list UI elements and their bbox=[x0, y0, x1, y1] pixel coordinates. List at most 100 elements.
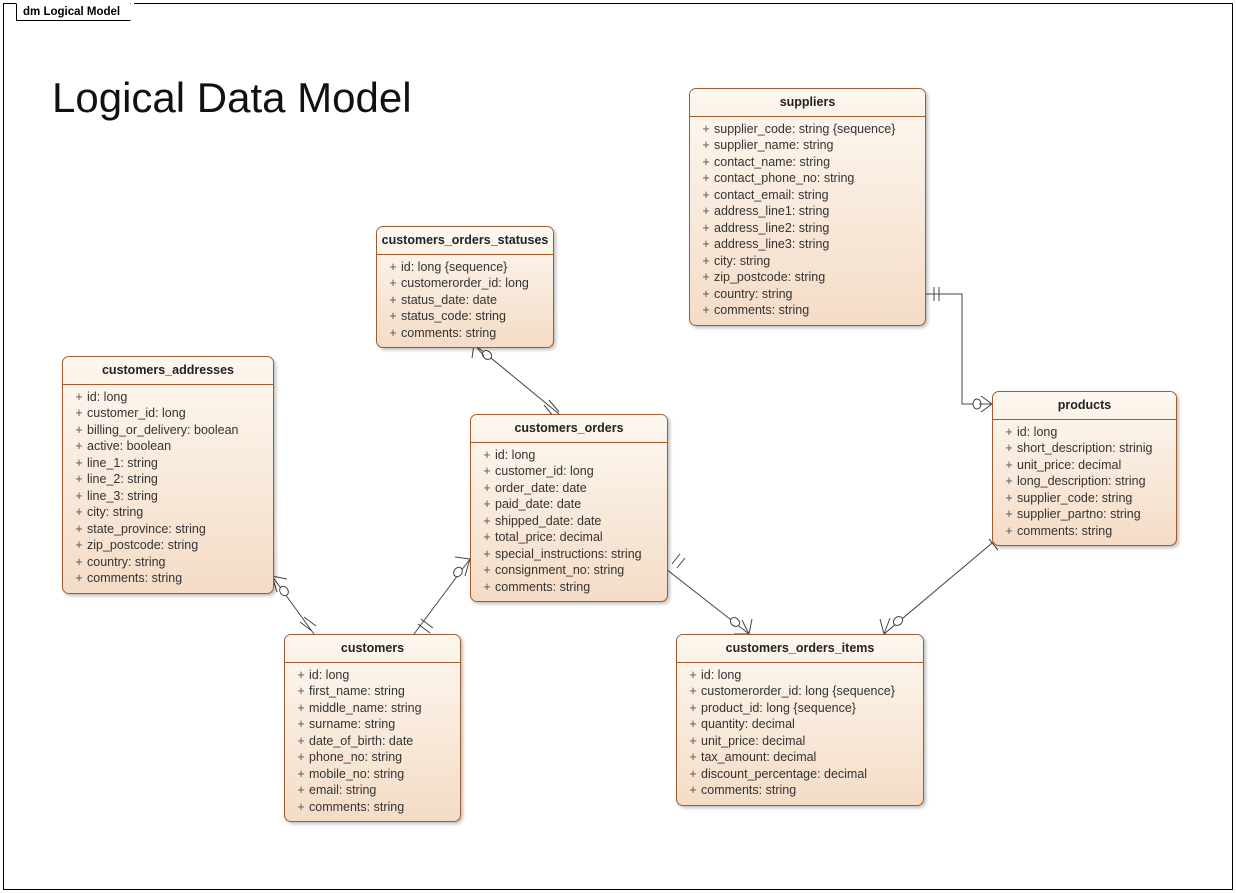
attribute-row: +zip_postcode: string bbox=[698, 269, 917, 286]
attribute-text: id: long bbox=[1017, 424, 1168, 441]
attribute-text: id: long {sequence} bbox=[401, 259, 545, 276]
attribute-row: +special_instructions: string bbox=[479, 546, 659, 563]
entity-customers-orders-statuses[interactable]: customers_orders_statuses+id: long {sequ… bbox=[376, 226, 554, 348]
attribute-text: city: string bbox=[714, 253, 917, 270]
attribute-text: unit_price: decimal bbox=[701, 733, 915, 750]
entity-header: products bbox=[993, 392, 1176, 420]
attribute-text: customerorder_id: long bbox=[401, 275, 545, 292]
attribute-row: +id: long bbox=[685, 667, 915, 684]
entity-header: customers_orders bbox=[471, 415, 667, 443]
attribute-text: line_2: string bbox=[87, 471, 265, 488]
attribute-row: +total_price: decimal bbox=[479, 529, 659, 546]
attribute-text: comments: string bbox=[701, 782, 915, 799]
attribute-text: middle_name: string bbox=[309, 700, 452, 717]
attribute-list: +id: long+customer_id: long+billing_or_d… bbox=[63, 385, 273, 593]
entity-suppliers[interactable]: suppliers+supplier_code: string {sequenc… bbox=[689, 88, 926, 326]
attribute-row: +address_line2: string bbox=[698, 220, 917, 237]
visibility-public-icon: + bbox=[293, 683, 309, 700]
visibility-public-icon: + bbox=[71, 521, 87, 538]
attribute-text: customer_id: long bbox=[87, 405, 265, 422]
visibility-public-icon: + bbox=[698, 220, 714, 237]
attribute-list: +id: long+customerorder_id: long {sequen… bbox=[677, 663, 923, 805]
attribute-list: +id: long+short_description: strinig+uni… bbox=[993, 420, 1176, 546]
visibility-public-icon: + bbox=[71, 455, 87, 472]
attribute-text: state_province: string bbox=[87, 521, 265, 538]
visibility-public-icon: + bbox=[293, 716, 309, 733]
attribute-row: +paid_date: date bbox=[479, 496, 659, 513]
attribute-row: +short_description: strinig bbox=[1001, 440, 1168, 457]
entity-customers-orders[interactable]: customers_orders+id: long+customer_id: l… bbox=[470, 414, 668, 602]
entity-customers-orders-items[interactable]: customers_orders_items+id: long+customer… bbox=[676, 634, 924, 806]
attribute-row: +quantity: decimal bbox=[685, 716, 915, 733]
attribute-row: +customer_id: long bbox=[479, 463, 659, 480]
visibility-public-icon: + bbox=[685, 733, 701, 750]
attribute-text: short_description: strinig bbox=[1017, 440, 1168, 457]
visibility-public-icon: + bbox=[1001, 523, 1017, 540]
visibility-public-icon: + bbox=[479, 562, 495, 579]
attribute-text: tax_amount: decimal bbox=[701, 749, 915, 766]
entity-header: customers bbox=[285, 635, 460, 663]
visibility-public-icon: + bbox=[698, 137, 714, 154]
visibility-public-icon: + bbox=[1001, 424, 1017, 441]
attribute-row: +line_3: string bbox=[71, 488, 265, 505]
visibility-public-icon: + bbox=[71, 537, 87, 554]
attribute-text: comments: string bbox=[714, 302, 917, 319]
attribute-list: +id: long+customer_id: long+order_date: … bbox=[471, 443, 667, 602]
visibility-public-icon: + bbox=[293, 749, 309, 766]
visibility-public-icon: + bbox=[698, 253, 714, 270]
attribute-text: line_3: string bbox=[87, 488, 265, 505]
entity-customers[interactable]: customers+id: long+first_name: string+mi… bbox=[284, 634, 461, 822]
attribute-row: +middle_name: string bbox=[293, 700, 452, 717]
attribute-text: special_instructions: string bbox=[495, 546, 659, 563]
attribute-text: supplier_partno: string bbox=[1017, 506, 1168, 523]
visibility-public-icon: + bbox=[698, 286, 714, 303]
attribute-row: +supplier_name: string bbox=[698, 137, 917, 154]
attribute-text: mobile_no: string bbox=[309, 766, 452, 783]
attribute-row: +date_of_birth: date bbox=[293, 733, 452, 750]
visibility-public-icon: + bbox=[685, 683, 701, 700]
attribute-text: total_price: decimal bbox=[495, 529, 659, 546]
attribute-row: +customerorder_id: long bbox=[385, 275, 545, 292]
visibility-public-icon: + bbox=[385, 325, 401, 342]
attribute-text: discount_percentage: decimal bbox=[701, 766, 915, 783]
attribute-row: +order_date: date bbox=[479, 480, 659, 497]
attribute-row: +comments: string bbox=[479, 579, 659, 596]
attribute-list: +id: long {sequence}+customerorder_id: l… bbox=[377, 255, 553, 348]
attribute-text: consignment_no: string bbox=[495, 562, 659, 579]
attribute-row: +supplier_code: string {sequence} bbox=[698, 121, 917, 138]
visibility-public-icon: + bbox=[385, 292, 401, 309]
attribute-text: country: string bbox=[714, 286, 917, 303]
attribute-row: +contact_phone_no: string bbox=[698, 170, 917, 187]
attribute-text: customerorder_id: long {sequence} bbox=[701, 683, 915, 700]
attribute-text: address_line2: string bbox=[714, 220, 917, 237]
visibility-public-icon: + bbox=[698, 236, 714, 253]
entity-header: customers_addresses bbox=[63, 357, 273, 385]
attribute-row: +billing_or_delivery: boolean bbox=[71, 422, 265, 439]
attribute-text: line_1: string bbox=[87, 455, 265, 472]
visibility-public-icon: + bbox=[1001, 490, 1017, 507]
visibility-public-icon: + bbox=[698, 187, 714, 204]
attribute-row: +zip_postcode: string bbox=[71, 537, 265, 554]
attribute-row: +long_description: string bbox=[1001, 473, 1168, 490]
attribute-row: +comments: string bbox=[698, 302, 917, 319]
attribute-row: +supplier_partno: string bbox=[1001, 506, 1168, 523]
entity-products[interactable]: products+id: long+short_description: str… bbox=[992, 391, 1177, 546]
visibility-public-icon: + bbox=[293, 700, 309, 717]
attribute-text: billing_or_delivery: boolean bbox=[87, 422, 265, 439]
entity-customers-addresses[interactable]: customers_addresses +id: long + customer_id… bbox=[62, 356, 274, 594]
visibility-public-icon: + bbox=[685, 782, 701, 799]
attribute-row: +status_code: string bbox=[385, 308, 545, 325]
attribute-row: +id: long {sequence} bbox=[385, 259, 545, 276]
visibility-public-icon: + bbox=[698, 203, 714, 220]
visibility-public-icon: + bbox=[293, 799, 309, 816]
attribute-row: +id: long bbox=[71, 389, 265, 406]
attribute-row: +line_2: string bbox=[71, 471, 265, 488]
attribute-text: zip_postcode: string bbox=[87, 537, 265, 554]
attribute-row: +address_line3: string bbox=[698, 236, 917, 253]
attribute-row: +discount_percentage: decimal bbox=[685, 766, 915, 783]
attribute-text: phone_no: string bbox=[309, 749, 452, 766]
attribute-row: +unit_price: decimal bbox=[685, 733, 915, 750]
attribute-row: +contact_email: string bbox=[698, 187, 917, 204]
visibility-public-icon: + bbox=[385, 275, 401, 292]
attribute-row: +supplier_code: string bbox=[1001, 490, 1168, 507]
